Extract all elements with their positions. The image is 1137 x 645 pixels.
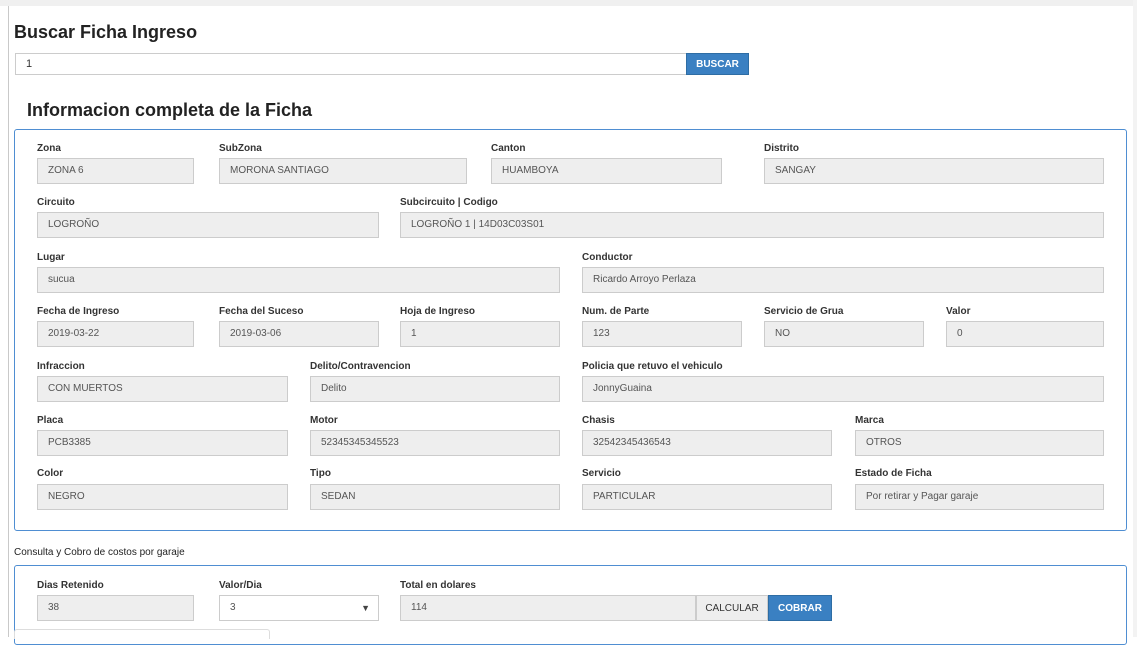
field-marca[interactable]: OTROS xyxy=(855,430,1104,456)
label-servicio-grua: Servicio de Grua xyxy=(764,306,844,317)
garaje-heading: Consulta y Cobro de costos por garaje xyxy=(14,547,185,558)
valor-dia-selected: 3 xyxy=(230,602,236,613)
field-zona[interactable]: ZONA 6 xyxy=(37,158,194,184)
label-circuito: Circuito xyxy=(37,197,75,208)
label-conductor: Conductor xyxy=(582,252,633,263)
label-tipo: Tipo xyxy=(310,468,331,479)
label-marca: Marca xyxy=(855,415,884,426)
field-valor[interactable]: 0 xyxy=(946,321,1104,347)
field-fecha-ingreso[interactable]: 2019-03-22 xyxy=(37,321,194,347)
ficha-heading: Informacion completa de la Ficha xyxy=(27,100,313,120)
label-servicio: Servicio xyxy=(582,468,621,479)
top-strip xyxy=(0,0,1137,6)
label-color: Color xyxy=(37,468,64,479)
field-delito[interactable]: Delito xyxy=(310,376,560,402)
field-fecha-suceso[interactable]: 2019-03-06 xyxy=(219,321,379,347)
label-hoja-ingreso: Hoja de Ingreso xyxy=(400,306,476,317)
cobrar-button[interactable]: COBRAR xyxy=(768,595,832,621)
label-delito: Delito/Contravencion xyxy=(310,361,411,372)
label-zona: Zona xyxy=(37,143,61,154)
label-motor: Motor xyxy=(310,415,338,426)
field-circuito[interactable]: LOGROÑO xyxy=(37,212,379,238)
label-valor: Valor xyxy=(946,306,971,317)
label-canton: Canton xyxy=(491,143,526,154)
field-estado-ficha[interactable]: Por retirar y Pagar garaje xyxy=(855,484,1104,510)
field-conductor[interactable]: Ricardo Arroyo Perlaza xyxy=(582,267,1104,293)
label-subzona: SubZona xyxy=(219,143,262,154)
label-num-parte: Num. de Parte xyxy=(582,306,650,317)
label-subcircuito: Subcircuito | Codigo xyxy=(400,197,498,208)
field-placa[interactable]: PCB3385 xyxy=(37,430,288,456)
field-color[interactable]: NEGRO xyxy=(37,484,288,510)
bottom-tab xyxy=(14,629,270,639)
field-infraccion[interactable]: CON MUERTOS xyxy=(37,376,288,402)
label-placa: Placa xyxy=(37,415,64,426)
label-distrito: Distrito xyxy=(764,143,799,154)
search-input[interactable]: 1 xyxy=(15,53,686,75)
chevron-down-icon: ▼ xyxy=(361,603,370,613)
field-total-dolares[interactable]: 114 xyxy=(400,595,696,621)
field-tipo[interactable]: SEDAN xyxy=(310,484,560,510)
right-edge xyxy=(1133,0,1137,637)
calcular-button[interactable]: CALCULAR xyxy=(696,595,768,621)
left-divider xyxy=(8,6,9,637)
label-policia: Policia que retuvo el vehiculo xyxy=(582,361,723,372)
field-dias-retenido[interactable]: 38 xyxy=(37,595,194,621)
field-motor[interactable]: 52345345345523 xyxy=(310,430,560,456)
field-lugar[interactable]: sucua xyxy=(37,267,560,293)
field-subzona[interactable]: MORONA SANTIAGO xyxy=(219,158,467,184)
label-lugar: Lugar xyxy=(37,252,65,263)
label-estado-ficha: Estado de Ficha xyxy=(855,468,932,479)
field-servicio-grua[interactable]: NO xyxy=(764,321,924,347)
field-subcircuito[interactable]: LOGROÑO 1 | 14D03C03S01 xyxy=(400,212,1104,238)
field-hoja-ingreso[interactable]: 1 xyxy=(400,321,560,347)
valor-dia-select[interactable]: 3 ▼ xyxy=(219,595,379,621)
field-chasis[interactable]: 32542345436543 xyxy=(582,430,832,456)
search-title: Buscar Ficha Ingreso xyxy=(14,22,198,42)
label-dias-retenido: Dias Retenido xyxy=(37,580,104,591)
label-fecha-ingreso: Fecha de Ingreso xyxy=(37,306,120,317)
label-total-dolares: Total en dolares xyxy=(400,580,476,591)
label-infraccion: Infraccion xyxy=(37,361,85,372)
field-servicio[interactable]: PARTICULAR xyxy=(582,484,832,510)
field-policia[interactable]: JonnyGuaina xyxy=(582,376,1104,402)
label-valor-dia: Valor/Dia xyxy=(219,580,262,591)
field-distrito[interactable]: SANGAY xyxy=(764,158,1104,184)
label-fecha-suceso: Fecha del Suceso xyxy=(219,306,304,317)
field-canton[interactable]: HUAMBOYA xyxy=(491,158,722,184)
label-chasis: Chasis xyxy=(582,415,615,426)
buscar-button[interactable]: BUSCAR xyxy=(686,53,749,75)
field-num-parte[interactable]: 123 xyxy=(582,321,742,347)
